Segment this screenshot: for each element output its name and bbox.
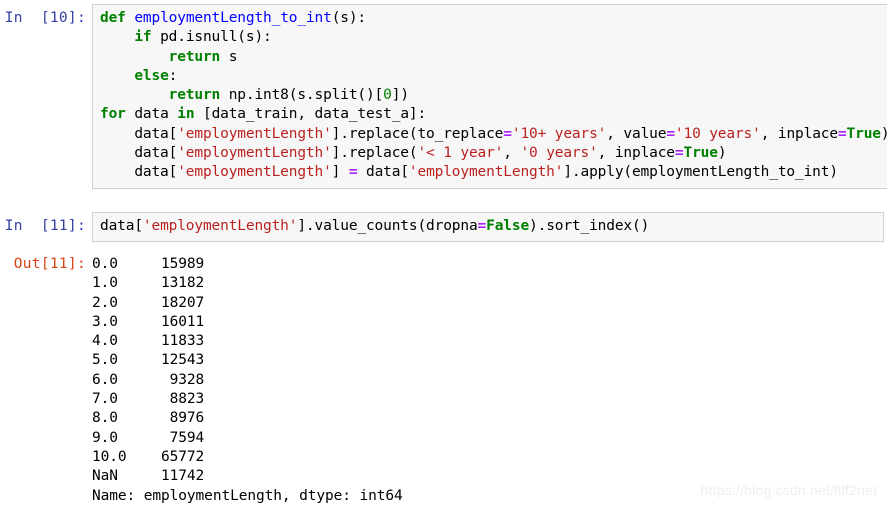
series-output-text: 0.0 15989 1.0 13182 2.0 18207 3.0 16011 … — [92, 256, 403, 504]
output-result-area: 0.0 15989 1.0 13182 2.0 18207 3.0 16011 … — [92, 250, 887, 506]
watermark-text: https://blog.csdn.net/ltlf2net — [700, 482, 877, 498]
notebook-container: In [10]: def employmentLength_to_int(s):… — [0, 0, 887, 504]
code-cell-in-10[interactable]: In [10]: def employmentLength_to_int(s):… — [0, 4, 887, 189]
code-source[interactable]: def employmentLength_to_int(s): if pd.is… — [100, 9, 887, 183]
code-editor-area[interactable]: def employmentLength_to_int(s): if pd.is… — [92, 4, 887, 189]
code-editor-area[interactable]: data['employmentLength'].value_counts(dr… — [92, 212, 884, 243]
output-cell-11: Out[11]: 0.0 15989 1.0 13182 2.0 18207 3… — [0, 250, 887, 506]
output-prompt-label: Out[11]: — [13, 256, 86, 272]
code-cell-in-11[interactable]: In [11]: data['employmentLength'].value_… — [0, 212, 887, 243]
code-source[interactable]: data['employmentLength'].value_counts(dr… — [100, 217, 877, 236]
input-prompt-label: In [10]: — [4, 10, 86, 26]
input-prompt-label: In [11]: — [4, 218, 86, 234]
